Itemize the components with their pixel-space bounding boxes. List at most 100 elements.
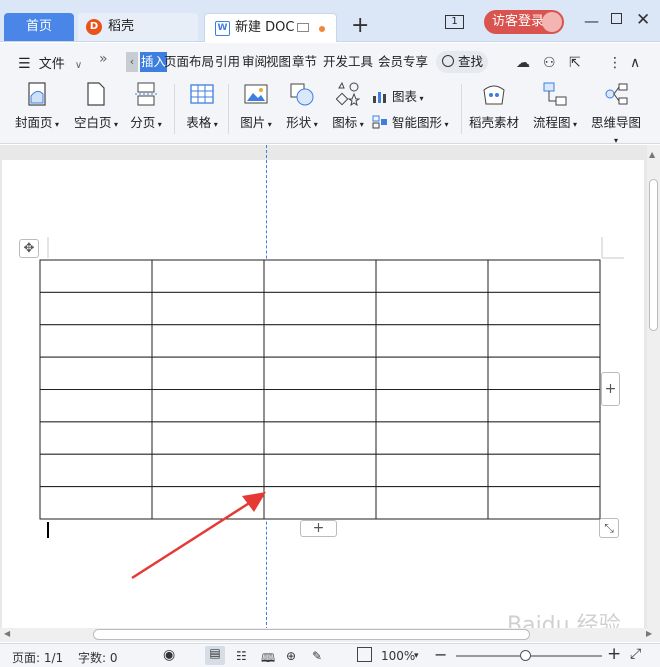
table-cell[interactable] bbox=[39, 324, 153, 358]
vertical-scrollbar[interactable]: ▲ bbox=[647, 145, 660, 630]
table-cell[interactable] bbox=[39, 486, 153, 520]
more-options-icon[interactable]: ⋮ bbox=[608, 55, 622, 71]
table-cell[interactable] bbox=[263, 259, 377, 293]
search-button[interactable]: 查找 bbox=[436, 51, 488, 73]
maximize-icon[interactable] bbox=[611, 13, 622, 24]
scroll-left-icon[interactable]: ◀ bbox=[4, 629, 10, 638]
smart-art-button[interactable]: 智能图形 ▾ bbox=[372, 112, 449, 132]
zoom-out-icon[interactable]: − bbox=[434, 645, 447, 664]
table-cell[interactable] bbox=[375, 291, 489, 326]
table-cell[interactable] bbox=[375, 356, 489, 390]
zoom-dropdown-icon[interactable]: ▾ bbox=[414, 651, 419, 661]
table-cell[interactable] bbox=[487, 291, 601, 326]
eye-protection-icon[interactable]: ◉ bbox=[163, 647, 175, 663]
zoom-slider-thumb[interactable] bbox=[520, 650, 531, 661]
table-cell[interactable] bbox=[39, 259, 153, 293]
table-cell[interactable] bbox=[263, 324, 377, 358]
table-cell[interactable] bbox=[39, 421, 153, 455]
daoke-material-button[interactable]: 稻壳素材 bbox=[466, 82, 522, 131]
tab-member[interactable]: 会员专享 bbox=[378, 52, 428, 72]
table-cell[interactable] bbox=[487, 356, 601, 390]
page-break-button[interactable]: 分页 ▾ bbox=[128, 82, 164, 131]
fullscreen-icon[interactable]: ⤢ bbox=[630, 646, 641, 662]
horizontal-scrollbar[interactable]: ◀ ▶ bbox=[0, 628, 660, 642]
file-menu[interactable]: ☰ 文件 ∨ bbox=[18, 53, 82, 72]
page-view-icon[interactable]: ▤ bbox=[205, 646, 225, 665]
tab-daoke[interactable]: D 稻壳 bbox=[78, 13, 198, 41]
blank-page-button[interactable]: 空白页 ▾ bbox=[72, 82, 120, 131]
table-cell[interactable] bbox=[263, 421, 377, 455]
document-page[interactable]: ✥ + + ⤡ Baidu 经验 bbox=[2, 145, 644, 638]
collapse-ribbon-icon[interactable]: ∧ bbox=[630, 55, 640, 71]
table-cell[interactable] bbox=[375, 324, 489, 358]
table-cell[interactable] bbox=[263, 291, 377, 326]
horizontal-scroll-thumb[interactable] bbox=[93, 629, 530, 640]
tab-page-layout[interactable]: 页面布局 bbox=[164, 52, 214, 72]
table-cell[interactable] bbox=[487, 421, 601, 455]
edit-pen-icon[interactable]: ✎ bbox=[312, 649, 322, 663]
word-count[interactable]: 字数: 0 bbox=[78, 649, 118, 666]
fit-page-icon[interactable] bbox=[357, 647, 372, 662]
menu-scroll-left-icon[interactable]: ‹ bbox=[126, 52, 138, 72]
export-icon[interactable]: ⇱ bbox=[569, 55, 581, 71]
table-cell[interactable] bbox=[151, 486, 265, 520]
new-tab-button[interactable]: + bbox=[351, 14, 369, 38]
visitor-login-button[interactable]: 访客登录 bbox=[484, 10, 564, 34]
shapes-button[interactable]: 形状 ▾ bbox=[284, 82, 320, 131]
table-cell[interactable] bbox=[375, 453, 489, 488]
page-info[interactable]: 页面: 1/1 bbox=[12, 649, 63, 666]
table-cell[interactable] bbox=[487, 259, 601, 293]
document-table[interactable] bbox=[2, 160, 644, 630]
vertical-scroll-thumb[interactable] bbox=[649, 179, 658, 331]
table-resize-icon[interactable]: ⤡ bbox=[599, 518, 619, 538]
picture-button[interactable]: 图片 ▾ bbox=[238, 82, 274, 131]
table-cell[interactable] bbox=[39, 453, 153, 488]
table-cell[interactable] bbox=[487, 324, 601, 358]
zoom-in-icon[interactable]: + bbox=[607, 644, 621, 664]
tab-home[interactable]: 首页 bbox=[4, 13, 74, 41]
tab-chapter[interactable]: 章节 bbox=[292, 52, 317, 72]
table-cell[interactable] bbox=[487, 389, 601, 423]
table-cell[interactable] bbox=[487, 453, 601, 488]
minimize-icon[interactable]: — bbox=[584, 12, 599, 30]
close-icon[interactable]: ✕ bbox=[636, 10, 650, 30]
share-user-icon[interactable]: ⚇ bbox=[543, 55, 556, 71]
scroll-up-icon[interactable]: ▲ bbox=[649, 150, 655, 159]
zoom-slider[interactable] bbox=[456, 650, 602, 661]
outline-view-icon[interactable]: ☷ bbox=[236, 649, 247, 663]
reading-view-icon[interactable]: 🕮 bbox=[261, 649, 275, 667]
cloud-sync-icon[interactable]: ☁ bbox=[516, 55, 530, 71]
table-cell[interactable] bbox=[263, 356, 377, 390]
tab-insert[interactable]: 插入 bbox=[140, 52, 168, 72]
table-cell[interactable] bbox=[151, 453, 265, 488]
table-cell[interactable] bbox=[39, 389, 153, 423]
tab-developer[interactable]: 开发工具 bbox=[323, 52, 373, 72]
scroll-right-icon[interactable]: ▶ bbox=[646, 629, 652, 638]
page-count-icon[interactable]: 1 bbox=[445, 15, 464, 29]
table-button[interactable]: 表格 ▾ bbox=[184, 82, 220, 131]
table-cell[interactable] bbox=[151, 291, 265, 326]
cover-page-button[interactable]: 封面页 ▾ bbox=[13, 82, 61, 131]
table-cell[interactable] bbox=[263, 453, 377, 488]
table-cell[interactable] bbox=[151, 356, 265, 390]
table-cell[interactable] bbox=[39, 291, 153, 326]
zoom-level[interactable]: 100% bbox=[381, 649, 415, 663]
table-cell[interactable] bbox=[375, 389, 489, 423]
add-column-button[interactable]: + bbox=[601, 372, 620, 406]
table-cell[interactable] bbox=[375, 421, 489, 455]
mindmap-button[interactable]: 思维导图 ▾ bbox=[588, 82, 644, 146]
table-cell[interactable] bbox=[39, 356, 153, 390]
table-cell[interactable] bbox=[263, 486, 377, 520]
icons-button[interactable]: 图标 ▾ bbox=[330, 81, 366, 131]
double-chevron-icon[interactable]: » bbox=[99, 51, 108, 67]
tab-document[interactable]: W 新建 DOC bbox=[204, 13, 337, 42]
table-cell[interactable] bbox=[375, 486, 489, 520]
chart-button[interactable]: 图表 ▾ bbox=[372, 86, 424, 106]
table-cell[interactable] bbox=[263, 389, 377, 423]
table-cell[interactable] bbox=[151, 324, 265, 358]
table-move-handle[interactable]: ✥ bbox=[19, 239, 39, 258]
table-cell[interactable] bbox=[487, 486, 601, 520]
tab-review[interactable]: 审阅 bbox=[242, 52, 267, 72]
table-cell[interactable] bbox=[151, 389, 265, 423]
add-row-button[interactable]: + bbox=[300, 520, 337, 537]
